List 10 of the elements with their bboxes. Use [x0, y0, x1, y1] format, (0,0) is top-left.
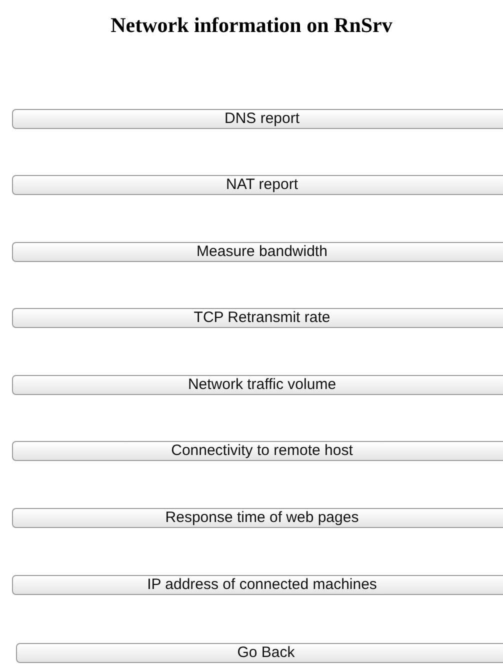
report-button[interactable]: Connectivity to remote host [12, 441, 503, 462]
report-button[interactable]: Network traffic volume [12, 374, 503, 395]
report-button[interactable]: Measure bandwidth [12, 242, 503, 262]
page-title: Network information on RnSrv [110, 12, 394, 39]
go-back-button[interactable]: Go Back [16, 642, 503, 663]
report-button[interactable]: NAT report [12, 175, 503, 196]
report-button[interactable]: DNS report [12, 108, 503, 128]
report-button[interactable]: Response time of web pages [12, 508, 503, 528]
report-button[interactable]: IP address of connected machines [12, 574, 503, 595]
report-button[interactable]: TCP Retransmit rate [12, 308, 503, 328]
